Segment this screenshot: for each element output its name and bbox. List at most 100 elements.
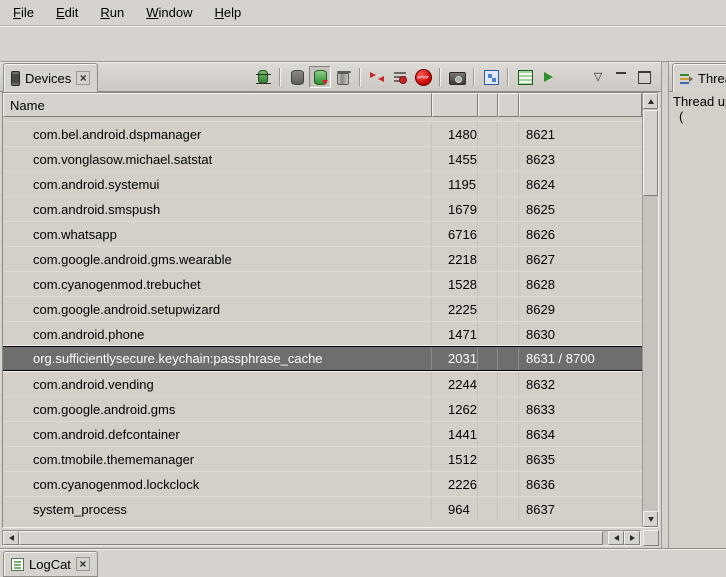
vertical-scrollbar[interactable] [642, 93, 658, 527]
arrow-down-icon [648, 517, 654, 522]
process-table-body: com.bel.android.dspmanager14808621com.vo… [3, 117, 642, 527]
dump-hprof-icon[interactable] [309, 66, 331, 88]
table-row[interactable]: system_process9648637 [3, 496, 642, 521]
pid-cell: 1195 [432, 172, 478, 196]
close-tab-icon[interactable]: × [76, 71, 90, 85]
table-row[interactable]: com.cyanogenmod.trebuchet15288628 [3, 271, 642, 296]
table-row[interactable]: com.android.phone14718630 [3, 321, 642, 346]
dump-view-hierarchy-icon[interactable] [480, 66, 502, 88]
vertical-scroll-thumb[interactable] [643, 110, 658, 196]
stop-process-icon[interactable]: STOP [412, 66, 434, 88]
menu-item-help[interactable]: Help [203, 1, 252, 24]
pid-cell: 1471 [432, 322, 478, 346]
table-row[interactable]: com.vonglasow.michael.satstat14553 8623 [3, 146, 642, 171]
name-column-header[interactable]: Name [3, 93, 432, 117]
process-name-cell: com.vonglasow.michael.satstat [3, 147, 432, 171]
pid-cell: 22250 [432, 297, 478, 321]
table-row[interactable]: com.bel.android.dspmanager14808621 [3, 121, 642, 146]
port-cell: 8636 [519, 472, 642, 496]
port-cell: 8627 [519, 247, 642, 271]
port-cell: 8623 [519, 147, 642, 171]
pid-cell: 14553 [432, 147, 478, 171]
status-cell [478, 497, 498, 521]
scroll-down-button[interactable] [643, 511, 658, 527]
process-name-cell: com.android.defcontainer [3, 422, 432, 446]
start-opengl-trace-icon[interactable] [537, 66, 559, 88]
port-cell: 8632 [519, 372, 642, 396]
start-method-profiling-icon[interactable] [389, 66, 411, 88]
pid-cell: 22265 [432, 472, 478, 496]
horizontal-scrollbar[interactable] [2, 530, 641, 546]
stop-process-icon-label: STOP [417, 75, 429, 80]
table-row[interactable]: com.android.vending224408632 [3, 371, 642, 396]
port-column-header[interactable] [519, 93, 642, 117]
update-heap-icon[interactable] [286, 66, 308, 88]
port-cell: 8621 [519, 122, 642, 146]
close-tab-icon[interactable]: × [76, 557, 90, 571]
menu-item-file[interactable]: File [2, 1, 45, 24]
table-row[interactable]: com.google.android.gms.wearable221858627 [3, 246, 642, 271]
process-name-cell: org.sufficientlysecure.keychain:passphra… [3, 347, 432, 370]
status-cell-2 [498, 322, 519, 346]
status-cell-2 [498, 197, 519, 221]
debug-process-icon[interactable] [252, 66, 274, 88]
tab-threads-label: Threads [698, 71, 726, 86]
status-cell-2 [498, 447, 519, 471]
status-cell-2 [498, 497, 519, 521]
toolbar-sep [507, 68, 509, 86]
table-row[interactable]: com.tmobile.thememanager15128635 [3, 446, 642, 471]
process-name-cell: com.google.android.gms [3, 397, 432, 421]
maximize-icon[interactable] [633, 66, 655, 88]
process-name-cell: com.android.smspush [3, 197, 432, 221]
cause-gc-icon[interactable] [332, 66, 354, 88]
menu-item-edit[interactable]: Edit [45, 1, 89, 24]
view-menu-icon[interactable]: ▽ [587, 66, 609, 88]
table-row[interactable]: com.android.smspush16798625 [3, 196, 642, 221]
threads-icon [680, 72, 693, 85]
status-cell [478, 447, 498, 471]
threads-message-line1: Thread up [673, 94, 726, 109]
status-cell [478, 472, 498, 496]
pid-column-header[interactable] [432, 93, 478, 117]
table-row[interactable]: org.sufficientlysecure.keychain:passphra… [3, 346, 642, 371]
scroll-right-button[interactable] [624, 531, 640, 545]
devices-panel-header: Devices × STOP ▽ [0, 62, 661, 92]
port-cell: 8634 [519, 422, 642, 446]
port-cell: 8629 [519, 297, 642, 321]
tab-threads[interactable]: Threads [672, 63, 726, 92]
scroll-up-button[interactable] [643, 93, 658, 109]
status-cell-2 [498, 147, 519, 171]
status-cell-2 [498, 422, 519, 446]
process-name-cell: com.whatsapp [3, 222, 432, 246]
status-cell [478, 297, 498, 321]
column-header-4[interactable] [498, 93, 519, 117]
menu-item-window[interactable]: Window [135, 1, 203, 24]
tab-logcat[interactable]: LogCat × [3, 551, 98, 577]
status-cell [478, 397, 498, 421]
menu-item-run[interactable]: Run [89, 1, 135, 24]
table-row[interactable]: com.android.systemui11958624 [3, 171, 642, 196]
status-cell-2 [498, 397, 519, 421]
table-row[interactable]: com.google.android.setupwizard222508629 [3, 296, 642, 321]
screen-capture-icon[interactable] [446, 66, 468, 88]
update-threads-icon[interactable] [366, 66, 388, 88]
main-toolbar [0, 26, 726, 62]
port-cell: 8626 [519, 222, 642, 246]
process-name-cell: com.cyanogenmod.lockclock [3, 472, 432, 496]
pid-cell: 22185 [432, 247, 478, 271]
table-row[interactable]: com.whatsapp67168626 [3, 221, 642, 246]
scroll-left-button[interactable] [3, 531, 19, 545]
column-header-3[interactable] [478, 93, 498, 117]
tab-devices-label: Devices [25, 71, 71, 86]
status-cell [478, 247, 498, 271]
capture-systrace-icon[interactable] [514, 66, 536, 88]
status-cell-2 [498, 222, 519, 246]
table-row[interactable]: com.android.defcontainer144118634 [3, 421, 642, 446]
horizontal-scroll-thumb[interactable] [19, 531, 603, 545]
table-row[interactable]: com.google.android.gms126238633 [3, 396, 642, 421]
scroll-left-button-2[interactable] [608, 531, 624, 545]
status-cell-2 [498, 472, 519, 496]
table-row[interactable]: com.cyanogenmod.lockclock22265 8636 [3, 471, 642, 496]
minimize-icon[interactable] [610, 66, 632, 88]
tab-devices[interactable]: Devices × [3, 63, 98, 92]
